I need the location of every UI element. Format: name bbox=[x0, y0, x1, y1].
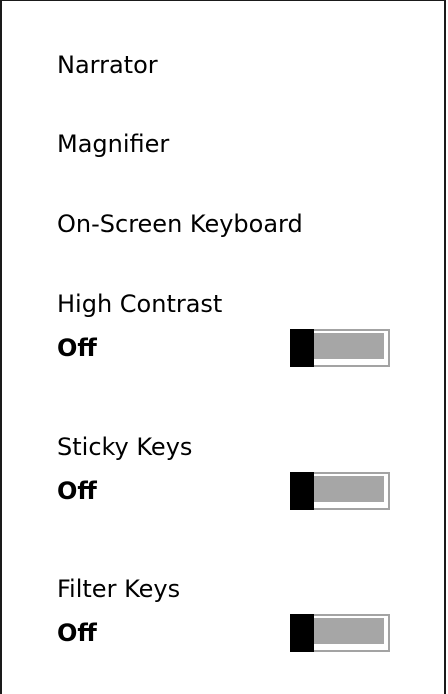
high-contrast-state: Off bbox=[57, 334, 97, 362]
toggle-thumb[interactable] bbox=[290, 329, 314, 367]
toggle-thumb[interactable] bbox=[290, 472, 314, 510]
toggle-track-fill bbox=[314, 333, 384, 359]
narrator-item[interactable]: Narrator bbox=[57, 50, 158, 80]
sticky-keys-toggle[interactable] bbox=[290, 472, 390, 510]
magnifier-item[interactable]: Magnifier bbox=[57, 129, 169, 159]
toggle-thumb[interactable] bbox=[290, 614, 314, 652]
ease-of-access-panel: Narrator Magnifier On-Screen Keyboard Hi… bbox=[0, 0, 446, 694]
filter-keys-label: Filter Keys bbox=[57, 575, 181, 603]
filter-keys-setting: Filter Keys Off bbox=[57, 574, 397, 654]
sticky-keys-state: Off bbox=[57, 477, 97, 505]
toggle-track-fill bbox=[314, 618, 384, 644]
sticky-keys-setting: Sticky Keys Off bbox=[57, 432, 397, 512]
high-contrast-toggle[interactable] bbox=[290, 329, 390, 367]
high-contrast-label: High Contrast bbox=[57, 290, 223, 318]
sticky-keys-label: Sticky Keys bbox=[57, 433, 193, 461]
filter-keys-state: Off bbox=[57, 619, 97, 647]
high-contrast-setting: High Contrast Off bbox=[57, 289, 397, 369]
on-screen-keyboard-item[interactable]: On-Screen Keyboard bbox=[57, 209, 303, 239]
filter-keys-toggle[interactable] bbox=[290, 614, 390, 652]
toggle-track-fill bbox=[314, 476, 384, 502]
